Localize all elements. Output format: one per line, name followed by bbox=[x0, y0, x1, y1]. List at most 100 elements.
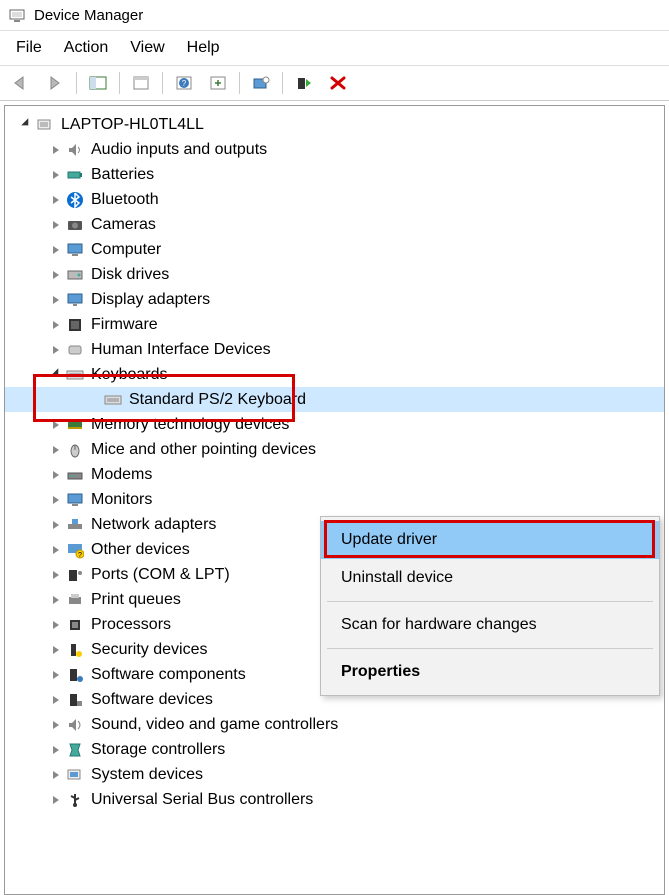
action-button[interactable] bbox=[203, 70, 233, 96]
tree-node-label: Processors bbox=[91, 612, 171, 637]
bluetooth-icon bbox=[65, 190, 85, 210]
swdev-icon bbox=[65, 690, 85, 710]
tree-root-computer[interactable]: LAPTOP-HL0TL4LL bbox=[5, 112, 664, 137]
expand-chevron-icon[interactable] bbox=[49, 471, 63, 479]
forward-button[interactable] bbox=[40, 70, 70, 96]
svg-text:?: ? bbox=[78, 552, 82, 559]
root-icon bbox=[35, 115, 55, 135]
scan-hardware-button[interactable] bbox=[246, 70, 276, 96]
sound-icon bbox=[65, 715, 85, 735]
expand-chevron-icon[interactable] bbox=[49, 746, 63, 754]
enable-button[interactable] bbox=[289, 70, 319, 96]
device-manager-icon bbox=[8, 6, 26, 24]
expand-chevron-icon[interactable] bbox=[49, 646, 63, 654]
show-hide-console-button[interactable] bbox=[83, 70, 113, 96]
expand-chevron-icon[interactable] bbox=[49, 771, 63, 779]
tree-node-label: Print queues bbox=[91, 587, 181, 612]
display-icon bbox=[65, 290, 85, 310]
tree-node-label: System devices bbox=[91, 762, 203, 787]
tree-node-label: Sound, video and game controllers bbox=[91, 712, 338, 737]
context-menu: Update driver Uninstall device Scan for … bbox=[320, 516, 660, 696]
back-button[interactable] bbox=[6, 70, 36, 96]
usb-icon bbox=[65, 790, 85, 810]
expand-chevron-icon[interactable] bbox=[49, 546, 63, 554]
camera-icon bbox=[65, 215, 85, 235]
expand-chevron-icon[interactable] bbox=[49, 496, 63, 504]
context-menu-separator bbox=[327, 601, 653, 602]
menu-action[interactable]: Action bbox=[64, 39, 108, 57]
expand-chevron-icon[interactable] bbox=[49, 221, 63, 229]
menu-file[interactable]: File bbox=[16, 39, 42, 57]
tree-node-label: Standard PS/2 Keyboard bbox=[129, 387, 306, 412]
expand-chevron-icon[interactable] bbox=[49, 171, 63, 179]
expand-chevron-icon[interactable] bbox=[49, 671, 63, 679]
tree-category-system[interactable]: System devices bbox=[5, 762, 664, 787]
tree-category-computer[interactable]: Computer bbox=[5, 237, 664, 262]
expand-chevron-icon[interactable] bbox=[49, 370, 63, 380]
toolbar-separator bbox=[119, 72, 120, 94]
tree-category-monitor[interactable]: Monitors bbox=[5, 487, 664, 512]
expand-chevron-icon[interactable] bbox=[49, 521, 63, 529]
tree-node-label: Software components bbox=[91, 662, 246, 687]
tree-node-label: Human Interface Devices bbox=[91, 337, 271, 362]
context-menu-properties[interactable]: Properties bbox=[321, 653, 659, 691]
expand-chevron-icon[interactable] bbox=[49, 296, 63, 304]
expand-chevron-icon[interactable] bbox=[49, 271, 63, 279]
tree-category-camera[interactable]: Cameras bbox=[5, 212, 664, 237]
tree-category-firmware[interactable]: Firmware bbox=[5, 312, 664, 337]
tree-category-usb[interactable]: Universal Serial Bus controllers bbox=[5, 787, 664, 812]
device-tree[interactable]: LAPTOP-HL0TL4LLAudio inputs and outputsB… bbox=[4, 105, 665, 895]
tree-category-battery[interactable]: Batteries bbox=[5, 162, 664, 187]
tree-category-hid[interactable]: Human Interface Devices bbox=[5, 337, 664, 362]
system-icon bbox=[65, 765, 85, 785]
tree-device-keyboard[interactable]: Standard PS/2 Keyboard bbox=[5, 387, 664, 412]
window-title: Device Manager bbox=[34, 7, 143, 24]
tree-category-storage[interactable]: Storage controllers bbox=[5, 737, 664, 762]
context-menu-update-driver[interactable]: Update driver bbox=[321, 521, 659, 559]
expand-chevron-icon[interactable] bbox=[49, 196, 63, 204]
tree-category-bluetooth[interactable]: Bluetooth bbox=[5, 187, 664, 212]
menu-view[interactable]: View bbox=[130, 39, 164, 57]
tree-category-display[interactable]: Display adapters bbox=[5, 287, 664, 312]
uninstall-button[interactable] bbox=[323, 70, 353, 96]
speaker-icon bbox=[65, 140, 85, 160]
expand-chevron-icon[interactable] bbox=[49, 621, 63, 629]
expand-chevron-icon[interactable] bbox=[19, 120, 33, 130]
expand-chevron-icon[interactable] bbox=[49, 321, 63, 329]
expand-chevron-icon[interactable] bbox=[49, 421, 63, 429]
tree-category-disk[interactable]: Disk drives bbox=[5, 262, 664, 287]
expand-chevron-icon[interactable] bbox=[49, 246, 63, 254]
context-menu-scan[interactable]: Scan for hardware changes bbox=[321, 606, 659, 644]
expand-chevron-icon[interactable] bbox=[49, 571, 63, 579]
tree-node-label: Firmware bbox=[91, 312, 158, 337]
swcomp-icon bbox=[65, 665, 85, 685]
toolbar: ? bbox=[0, 66, 669, 101]
help-button[interactable]: ? bbox=[169, 70, 199, 96]
expand-chevron-icon[interactable] bbox=[49, 796, 63, 804]
tree-node-label: LAPTOP-HL0TL4LL bbox=[61, 112, 204, 137]
title-bar: Device Manager bbox=[0, 0, 669, 31]
network-icon bbox=[65, 515, 85, 535]
properties-button[interactable] bbox=[126, 70, 156, 96]
tree-category-mouse[interactable]: Mice and other pointing devices bbox=[5, 437, 664, 462]
tree-category-keyboard[interactable]: Keyboards bbox=[5, 362, 664, 387]
disk-icon bbox=[65, 265, 85, 285]
tree-category-modem[interactable]: Modems bbox=[5, 462, 664, 487]
tree-category-memory[interactable]: Memory technology devices bbox=[5, 412, 664, 437]
tree-node-label: Mice and other pointing devices bbox=[91, 437, 316, 462]
context-menu-uninstall[interactable]: Uninstall device bbox=[321, 559, 659, 597]
tree-node-label: Batteries bbox=[91, 162, 154, 187]
expand-chevron-icon[interactable] bbox=[49, 346, 63, 354]
expand-chevron-icon[interactable] bbox=[49, 146, 63, 154]
expand-chevron-icon[interactable] bbox=[49, 696, 63, 704]
expand-chevron-icon[interactable] bbox=[49, 721, 63, 729]
tree-category-speaker[interactable]: Audio inputs and outputs bbox=[5, 137, 664, 162]
tree-node-label: Storage controllers bbox=[91, 737, 225, 762]
expand-chevron-icon[interactable] bbox=[49, 446, 63, 454]
menu-help[interactable]: Help bbox=[187, 39, 220, 57]
tree-node-label: Security devices bbox=[91, 637, 208, 662]
mouse-icon bbox=[65, 440, 85, 460]
svg-text:?: ? bbox=[182, 79, 187, 88]
expand-chevron-icon[interactable] bbox=[49, 596, 63, 604]
tree-category-sound[interactable]: Sound, video and game controllers bbox=[5, 712, 664, 737]
